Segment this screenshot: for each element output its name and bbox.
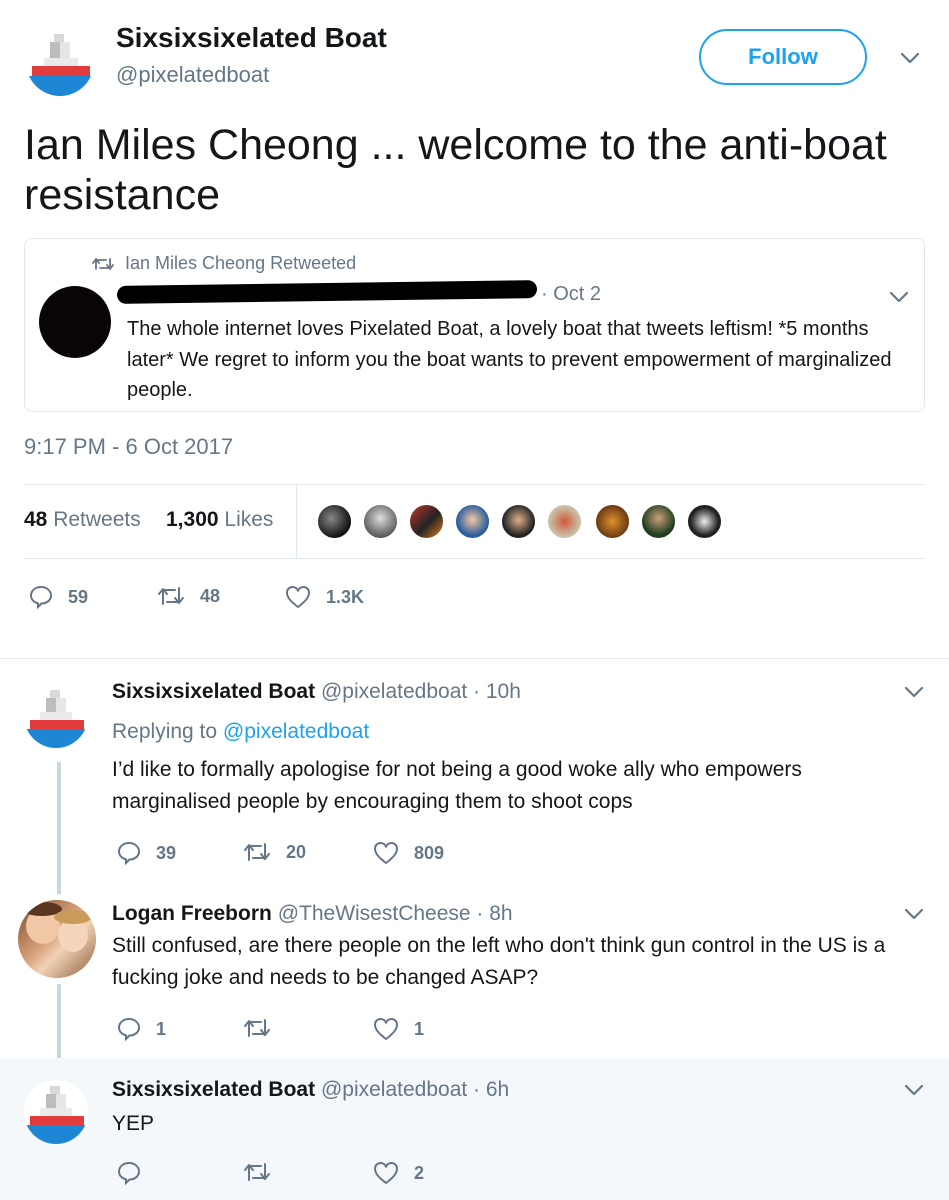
reply-text: YEP (112, 1112, 155, 1135)
quoted-tweet-text: The whole internet loves Pixelated Boat,… (127, 318, 892, 401)
retweet-count: 20 (286, 841, 307, 862)
liker-avatar[interactable] (454, 503, 491, 540)
retweet-action[interactable]: 20 (242, 840, 306, 864)
heart-icon (373, 841, 399, 865)
retweet-icon (244, 843, 270, 861)
liker-avatar[interactable] (500, 503, 537, 540)
reply-header: Sixsixsixelated Boat @pixelatedboat · 10… (112, 680, 521, 704)
stats-separator (296, 484, 297, 558)
likes-label: Likes (224, 508, 274, 531)
reply-author-avatar[interactable] (24, 684, 88, 748)
heart-icon (285, 585, 311, 609)
quoted-author-avatar[interactable] (39, 286, 111, 358)
reply-icon (117, 1017, 141, 1042)
chevron-down-icon[interactable] (887, 285, 911, 309)
divider (0, 658, 949, 659)
heart-icon (373, 1161, 399, 1185)
chevron-down-icon[interactable] (902, 680, 926, 704)
retweets-count: 48 (24, 508, 48, 531)
likes-count: 1,300 (166, 508, 219, 531)
liker-avatar[interactable] (546, 503, 583, 540)
chevron-down-icon[interactable] (902, 1078, 926, 1102)
thread-line (57, 762, 61, 894)
like-action[interactable]: 1 (372, 1016, 424, 1042)
reply-count: 39 (156, 842, 177, 863)
like-action[interactable]: 809 (372, 840, 444, 866)
reply-icon (117, 841, 141, 866)
retweeted-by-label: Ian Miles Cheong Retweeted (125, 253, 357, 273)
reply-text: Still confused, are there people on the … (112, 934, 886, 989)
author-name[interactable]: Sixsixsixelated Boat (116, 22, 387, 54)
retweeted-by: Ian Miles Cheong Retweeted (91, 253, 356, 274)
redaction-bar (116, 280, 538, 304)
like-count: 1 (414, 1018, 425, 1039)
liker-avatar[interactable] (362, 503, 399, 540)
like-action[interactable]: 1.3K (284, 584, 364, 610)
tweet-timestamp[interactable]: 9:17 PM - 6 Oct 2017 (24, 434, 233, 460)
reply-action[interactable] (116, 1160, 156, 1186)
retweet-icon (158, 587, 184, 605)
reply-author-handle[interactable]: @pixelatedboat · 6h (321, 1078, 509, 1101)
retweet-action[interactable]: 48 (156, 584, 220, 608)
liker-avatar[interactable] (640, 503, 677, 540)
reply-action[interactable]: 59 (28, 584, 88, 610)
reply-author-avatar[interactable] (18, 900, 96, 978)
author-avatar[interactable] (26, 28, 94, 96)
retweets-label: Retweets (53, 508, 141, 531)
like-count: 1.3K (326, 586, 365, 607)
reply-header: Sixsixsixelated Boat @pixelatedboat · 6h (112, 1078, 509, 1102)
reply-icon (29, 585, 53, 610)
reply-author-avatar[interactable] (24, 1080, 88, 1144)
reply-author-handle[interactable]: @pixelatedboat · 10h (321, 680, 521, 703)
reply-count: 59 (68, 586, 89, 607)
divider (24, 558, 925, 559)
divider (24, 484, 925, 485)
quoted-tweet-card[interactable]: Ian Miles Cheong Retweeted · Oct 2 The w… (24, 238, 925, 412)
quoted-tweet-date[interactable]: · Oct 2 (541, 283, 601, 306)
retweet-icon (244, 1163, 270, 1181)
reply-header: Logan Freeborn @TheWisestCheese · 8h (112, 902, 513, 926)
retweet-count: 48 (200, 585, 221, 606)
like-action[interactable]: 2 (372, 1160, 424, 1186)
reply-count: 1 (156, 1018, 167, 1039)
replying-to: Replying to @pixelatedboat (112, 720, 369, 744)
likes-stat[interactable]: 1,300 Likes (166, 508, 273, 532)
liker-avatar[interactable] (686, 503, 723, 540)
tweet-text: Ian Miles Cheong ... welcome to the anti… (24, 121, 887, 219)
retweet-action[interactable] (242, 1016, 286, 1040)
liker-avatar[interactable] (316, 503, 353, 540)
heart-icon (373, 1017, 399, 1041)
follow-button[interactable]: Follow (699, 29, 867, 85)
chevron-down-icon[interactable] (902, 902, 926, 926)
retweets-stat[interactable]: 48 Retweets (24, 508, 141, 532)
reply-action[interactable]: 39 (116, 840, 176, 866)
reply-author-handle[interactable]: @TheWisestCheese · 8h (278, 902, 513, 925)
reply-icon (117, 1161, 141, 1186)
chevron-down-icon[interactable] (898, 46, 922, 70)
replying-to-handle[interactable]: @pixelatedboat (223, 720, 369, 743)
like-count: 809 (414, 842, 445, 863)
reply-author-name[interactable]: Sixsixsixelated Boat (112, 1078, 315, 1101)
liker-avatar[interactable] (594, 503, 631, 540)
like-count: 2 (414, 1162, 425, 1183)
replying-to-prefix: Replying to (112, 720, 218, 743)
author-handle[interactable]: @pixelatedboat (116, 62, 269, 88)
reply-author-name[interactable]: Sixsixsixelated Boat (112, 680, 315, 703)
retweet-icon (92, 257, 114, 270)
reply-text: I’d like to formally apologise for not b… (112, 758, 802, 813)
retweet-icon (244, 1019, 270, 1037)
reply-action[interactable]: 1 (116, 1016, 166, 1042)
reply-author-name[interactable]: Logan Freeborn (112, 902, 272, 925)
retweet-action[interactable] (242, 1160, 286, 1184)
liker-avatar[interactable] (408, 503, 445, 540)
